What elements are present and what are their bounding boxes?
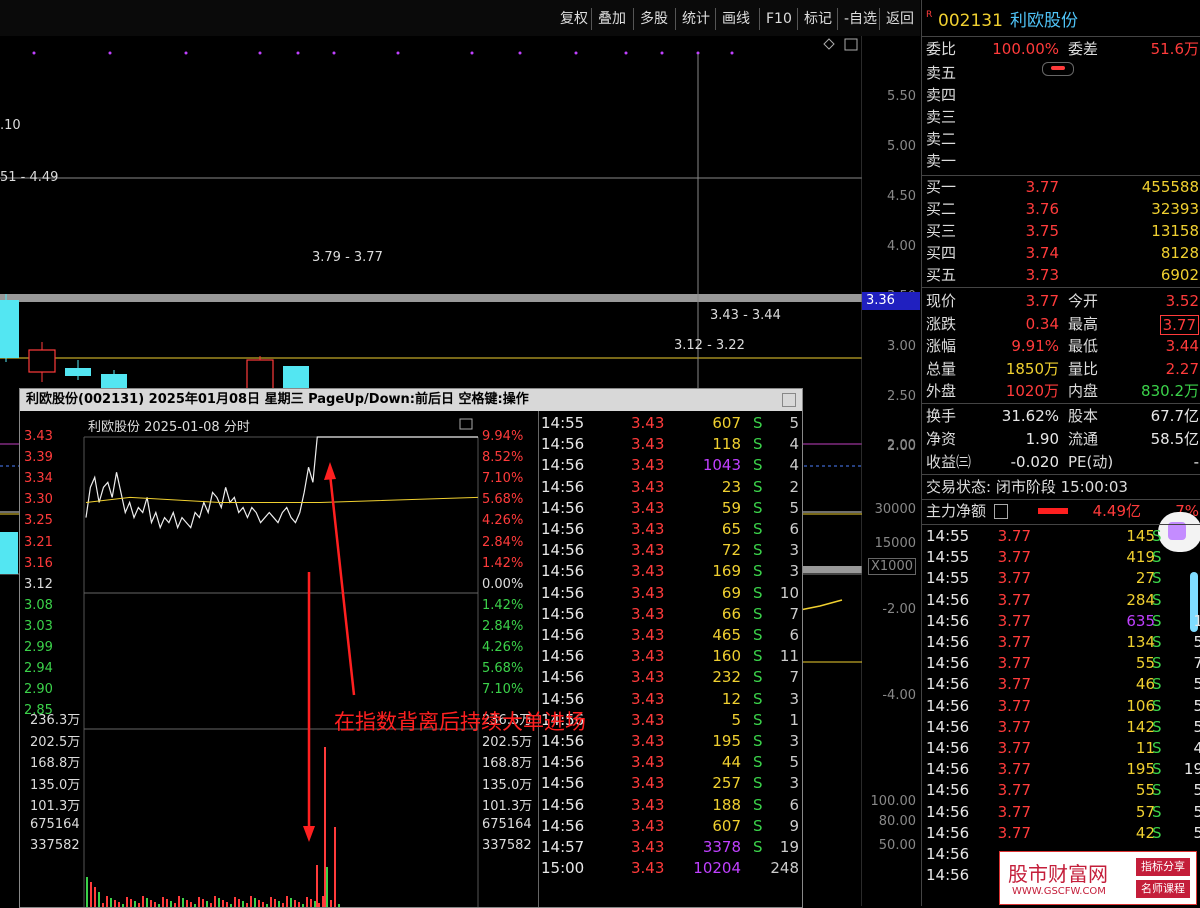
watermark-tag2: 名师课程 (1136, 880, 1190, 898)
watermark-title: 股市财富网 (1008, 862, 1108, 886)
watermark-tag1: 指标分享 (1136, 858, 1190, 876)
watermark: 股市财富网 WWW.GSCFW.COM 指标分享 名师课程 (999, 851, 1197, 905)
annotation-arrows (303, 462, 356, 842)
watermark-url: WWW.GSCFW.COM (1012, 886, 1106, 897)
